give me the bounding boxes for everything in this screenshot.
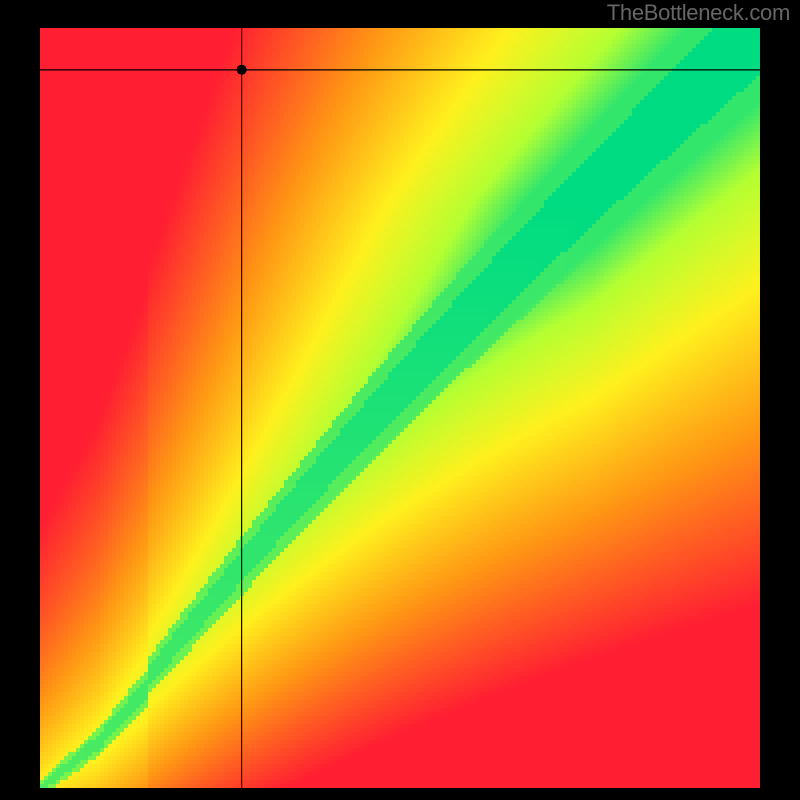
watermark-text: TheBottleneck.com xyxy=(607,0,790,26)
bottleneck-heatmap xyxy=(40,28,760,788)
plot-area xyxy=(40,28,760,788)
outer-frame: TheBottleneck.com xyxy=(0,0,800,800)
